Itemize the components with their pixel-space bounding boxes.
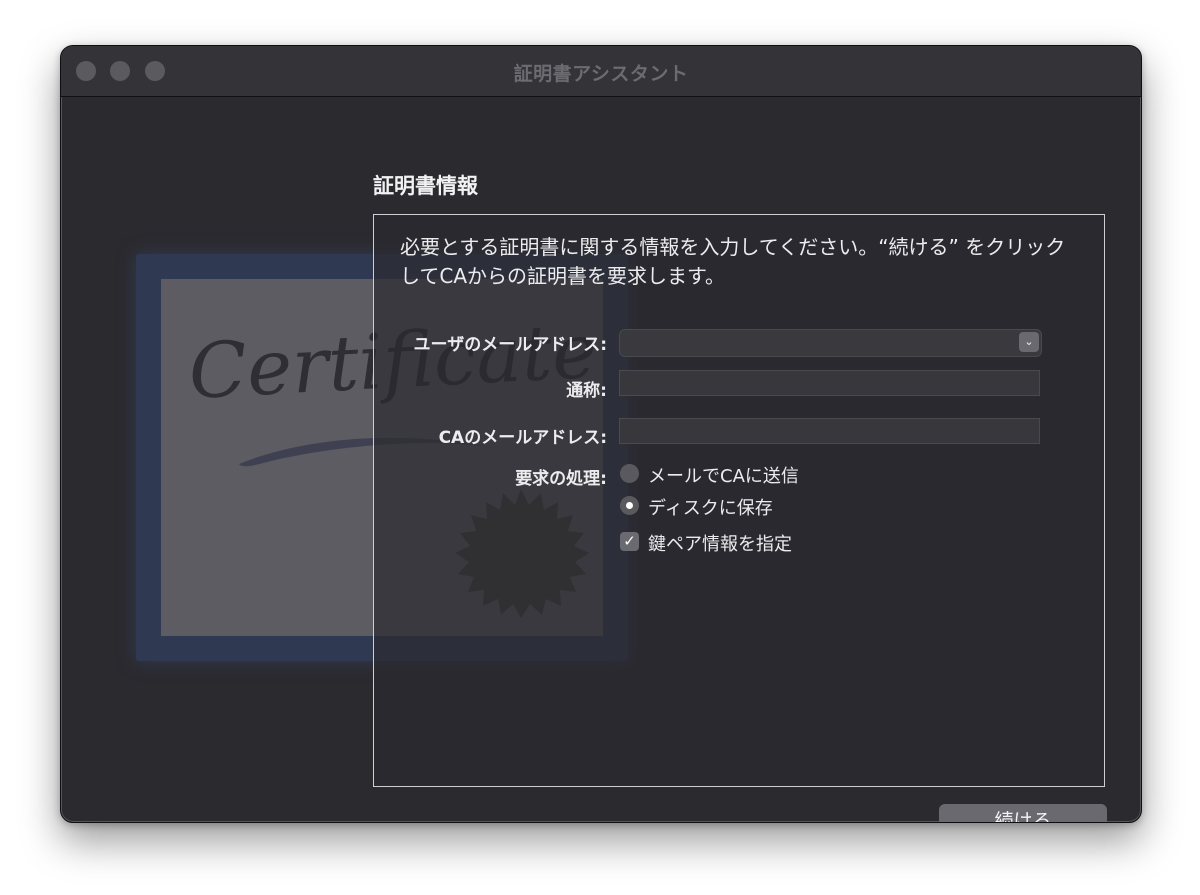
email-label: ユーザのメールアドレス: xyxy=(413,335,607,355)
request-label: 要求の処理: xyxy=(515,469,607,489)
chevron-down-icon[interactable]: ⌄ xyxy=(1019,332,1039,352)
email-combo-box[interactable]: ⌄ xyxy=(619,329,1042,357)
common-name-field[interactable] xyxy=(619,370,1040,396)
window-title: 証明書アシスタント xyxy=(513,63,689,85)
title-bar: 証明書アシスタント xyxy=(61,46,1141,97)
email-ca-option-label[interactable]: メールでCAに送信 xyxy=(648,462,799,488)
save-disk-radio[interactable] xyxy=(620,496,639,515)
intro-text: 必要とする証明書に関する情報を入力してください。“続ける” をクリックしてCAか… xyxy=(400,235,1066,288)
ca-email-label: CAのメールアドレス: xyxy=(438,428,607,448)
keypair-checkbox[interactable]: ✓ xyxy=(620,532,639,551)
save-disk-option-label[interactable]: ディスクに保存 xyxy=(648,494,773,520)
certificate-assistant-window: 証明書アシスタント Certificate 証明書情報 必要とする証明書に関する… xyxy=(60,45,1142,823)
window-content: Certificate 証明書情報 必要とする証明書に関する情報を入力してくださ… xyxy=(61,97,1141,822)
section-title: 証明書情報 xyxy=(373,174,478,198)
keypair-label[interactable]: 鍵ペア情報を指定 xyxy=(648,530,792,556)
ca-email-field[interactable] xyxy=(619,418,1040,444)
email-ca-radio[interactable] xyxy=(620,464,639,483)
continue-button[interactable]: 続ける xyxy=(939,804,1107,822)
common-name-label: 通称: xyxy=(566,381,607,401)
